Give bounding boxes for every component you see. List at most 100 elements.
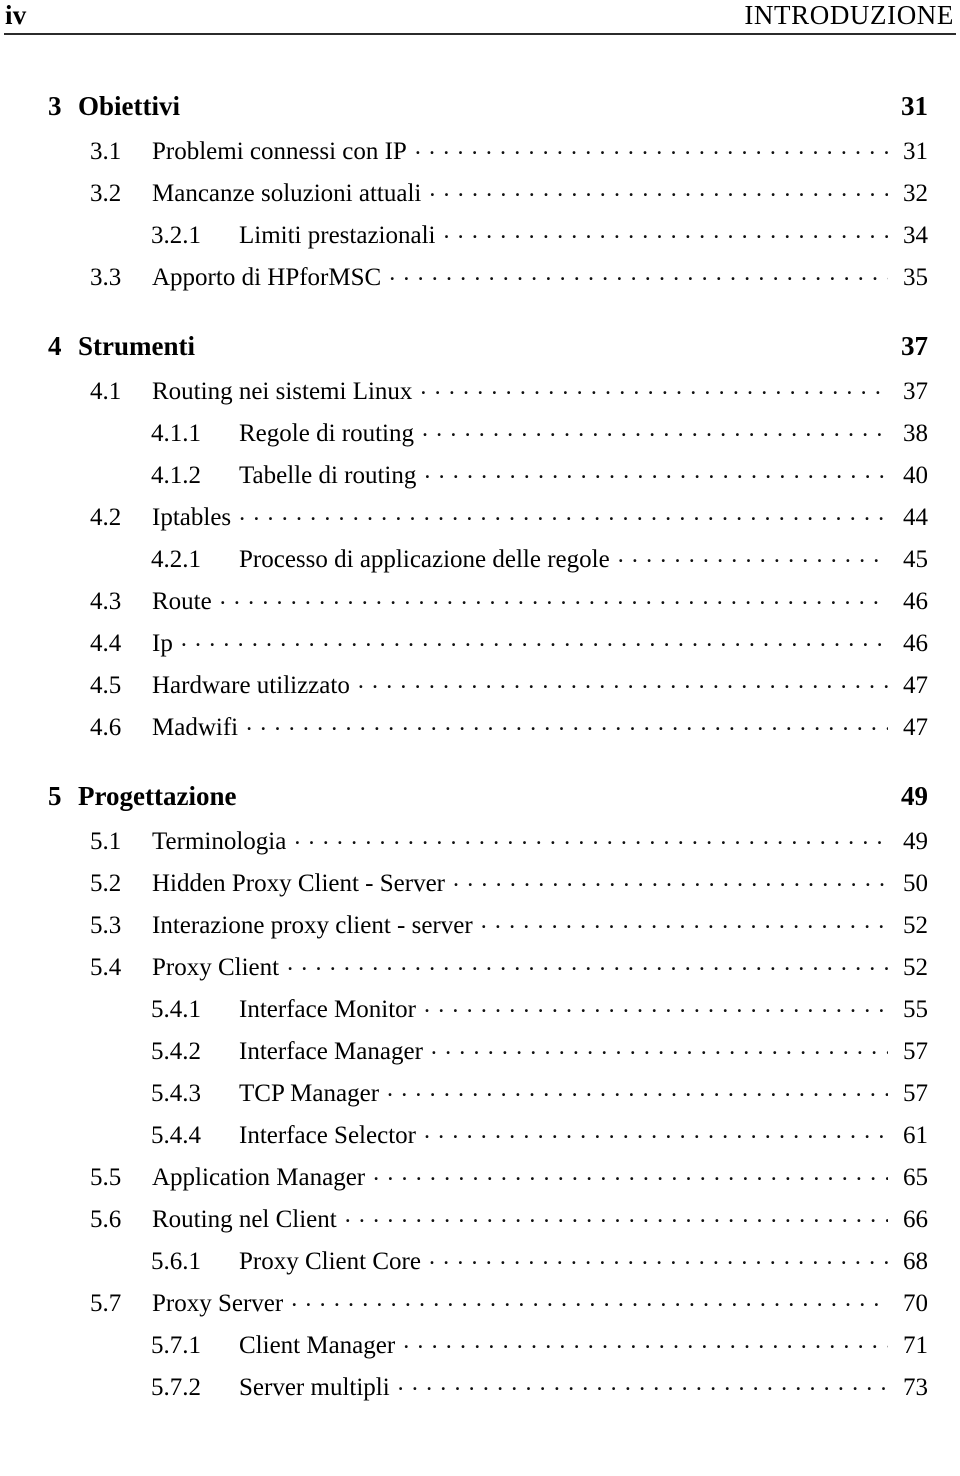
toc-entry-number: 5.5 xyxy=(90,1164,122,1191)
toc-entry-row[interactable]: 5.3 Interazione proxy client - server 52 xyxy=(0,908,960,950)
toc-dot-leader xyxy=(389,260,888,285)
toc-entry-row[interactable]: 4.1 Routing nei sistemi Linux 37 xyxy=(0,374,960,416)
toc-dot-leader xyxy=(239,500,888,525)
toc-entry-label: Proxy Client xyxy=(152,954,280,981)
toc-entry-row[interactable]: 4.1.2 Tabelle di routing 40 xyxy=(0,458,960,500)
toc-entry-label: Regole di routing xyxy=(239,420,414,447)
toc-dot-leader xyxy=(358,668,888,693)
toc-entry-row[interactable]: 5.7 Proxy Server 70 xyxy=(0,1286,960,1328)
toc-entry-row[interactable]: 5.1 Terminologia 49 xyxy=(0,824,960,866)
toc-entry-page-number: 47 xyxy=(903,714,928,741)
toc-entry-number: 3.3 xyxy=(90,264,122,291)
toc-dot-leader xyxy=(246,710,888,735)
toc-entry-row[interactable]: 3.2 Mancanze soluzioni attuali 32 xyxy=(0,176,960,218)
toc-entry-page-number: 34 xyxy=(903,222,928,249)
toc-entry-label: Hardware utilizzato xyxy=(152,672,350,699)
running-header-title: INTRODUZIONE xyxy=(744,0,954,30)
toc-entry-label: Client Manager xyxy=(239,1332,396,1359)
toc-entry-page-number: 65 xyxy=(903,1164,928,1191)
toc-entry-page-number: 47 xyxy=(903,672,928,699)
toc-entry-page-number: 37 xyxy=(901,331,928,361)
toc-entry-label: Hidden Proxy Client - Server xyxy=(152,870,446,897)
toc-entry-number: 5.6 xyxy=(90,1206,122,1233)
toc-entry-number: 4.6 xyxy=(90,714,122,741)
toc-entry-number: 5.4.1 xyxy=(151,996,201,1023)
toc-entry-label: Interface Monitor xyxy=(239,996,417,1023)
toc-entry-row[interactable]: 5.4.4 Interface Selector 61 xyxy=(0,1118,960,1160)
toc-dot-leader xyxy=(443,218,888,243)
toc-dot-leader xyxy=(398,1370,888,1395)
toc-dot-leader xyxy=(181,626,888,651)
toc-entry-row[interactable]: 5.4.1 Interface Monitor 55 xyxy=(0,992,960,1034)
toc-entry-row[interactable]: 5.4.2 Interface Manager 57 xyxy=(0,1034,960,1076)
toc-entry-row[interactable]: 4.3 Route 46 xyxy=(0,584,960,626)
toc-entry-number: 4.3 xyxy=(90,588,122,615)
toc-dot-leader xyxy=(415,134,888,159)
toc-entry-row[interactable]: 5.7.1 Client Manager 71 xyxy=(0,1328,960,1370)
toc-entry-page-number: 57 xyxy=(903,1080,928,1107)
toc-entry-page-number: 37 xyxy=(903,378,928,405)
toc-entry-number: 4.1 xyxy=(90,378,122,405)
toc-entry-label: Ip xyxy=(152,630,173,657)
toc-entry-row[interactable]: 4.5 Hardware utilizzato 47 xyxy=(0,668,960,710)
toc-entry-page-number: 55 xyxy=(903,996,928,1023)
toc-entry-row[interactable]: 5.4 Proxy Client 52 xyxy=(0,950,960,992)
toc-dot-leader xyxy=(373,1160,888,1185)
toc-dot-leader xyxy=(220,584,888,609)
toc-dot-leader xyxy=(429,1244,888,1269)
toc-entry-row[interactable]: 5.7.2 Server multipli 73 xyxy=(0,1370,960,1412)
toc-dot-leader xyxy=(431,1034,888,1059)
toc-entry-row[interactable]: 5.5 Application Manager 65 xyxy=(0,1160,960,1202)
toc-entry-number: 4.4 xyxy=(90,630,122,657)
toc-entry-row[interactable]: 4.1.1 Regole di routing 38 xyxy=(0,416,960,458)
toc-dot-leader xyxy=(291,1286,888,1311)
toc-entry-label: Processo di applicazione delle regole xyxy=(239,546,610,573)
toc-entry-label: Routing nei sistemi Linux xyxy=(152,378,413,405)
toc-entry-row[interactable]: 3.1 Problemi connessi con IP 31 xyxy=(0,134,960,176)
toc-entry-label: Route xyxy=(152,588,212,615)
toc-entry-number: 5 xyxy=(48,781,62,811)
toc-entry-number: 5.1 xyxy=(90,828,122,855)
toc-entry-number: 3.1 xyxy=(90,138,122,165)
toc-entry-number: 4.1.1 xyxy=(151,420,201,447)
toc-entry-label: Terminologia xyxy=(152,828,287,855)
toc-entry-number: 4 xyxy=(48,331,62,361)
toc-chapter-row[interactable]: 3 Obiettivi 31 xyxy=(0,88,960,134)
toc-entry-number: 5.7.1 xyxy=(151,1332,201,1359)
toc-entry-row[interactable]: 4.2 Iptables 44 xyxy=(0,500,960,542)
toc-dot-leader xyxy=(429,176,888,201)
toc-entry-row[interactable]: 4.2.1 Processo di applicazione delle rego… xyxy=(0,542,960,584)
toc-entry-label: Proxy Client Core xyxy=(239,1248,421,1275)
toc-entry-row[interactable]: 3.2.1 Limiti prestazionali 34 xyxy=(0,218,960,260)
toc-dot-leader xyxy=(481,908,888,933)
toc-dot-leader xyxy=(345,1202,888,1227)
toc-entry-page-number: 32 xyxy=(903,180,928,207)
toc-dot-leader xyxy=(453,866,888,891)
toc-dot-leader xyxy=(287,950,888,975)
toc-entry-page-number: 61 xyxy=(903,1122,928,1149)
toc-entry-page-number: 46 xyxy=(903,630,928,657)
toc-entry-row[interactable]: 4.6 Madwifi 47 xyxy=(0,710,960,752)
toc-entry-row[interactable]: 4.4 Ip 46 xyxy=(0,626,960,668)
toc-entry-number: 5.3 xyxy=(90,912,122,939)
toc-entry-label: Interface Selector xyxy=(239,1122,416,1149)
toc-entry-number: 3 xyxy=(48,91,62,121)
toc-dot-leader xyxy=(424,992,888,1017)
toc-entry-row[interactable]: 5.6.1 Proxy Client Core 68 xyxy=(0,1244,960,1286)
toc-entry-number: 5.7.2 xyxy=(151,1374,201,1401)
toc-entry-number: 5.4 xyxy=(90,954,122,981)
toc-entry-label: Limiti prestazionali xyxy=(239,222,436,249)
toc-entry-row[interactable]: 3.3 Apporto di HPforMSC 35 xyxy=(0,260,960,302)
toc-entry-number: 4.2 xyxy=(90,504,122,531)
toc-entry-number: 5.7 xyxy=(90,1290,122,1317)
toc-entry-row[interactable]: 5.6 Routing nel Client 66 xyxy=(0,1202,960,1244)
toc-entry-page-number: 70 xyxy=(903,1290,928,1317)
toc-chapter-row[interactable]: 4 Strumenti 37 xyxy=(0,328,960,374)
toc-dot-leader xyxy=(403,1328,888,1353)
toc-entry-page-number: 49 xyxy=(901,781,928,811)
toc-entry-row[interactable]: 5.4.3 TCP Manager 57 xyxy=(0,1076,960,1118)
toc-chapter-row[interactable]: 5 Progettazione 49 xyxy=(0,778,960,824)
toc-entry-page-number: 31 xyxy=(903,138,928,165)
toc-entry-row[interactable]: 5.2 Hidden Proxy Client - Server 50 xyxy=(0,866,960,908)
toc-entry-label: Mancanze soluzioni attuali xyxy=(152,180,422,207)
